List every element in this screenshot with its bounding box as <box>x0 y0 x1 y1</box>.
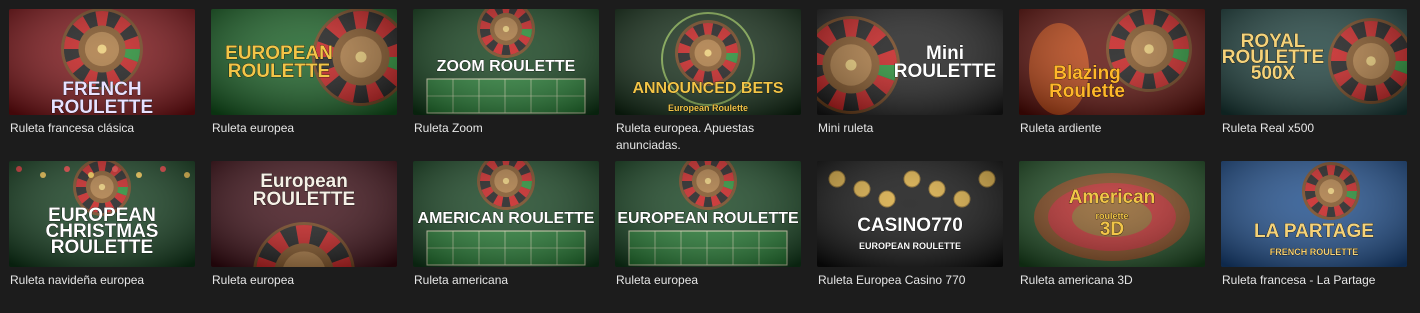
game-title[interactable]: Ruleta francesa clásica <box>9 120 195 137</box>
game-title[interactable]: Ruleta navideña europea <box>9 272 195 289</box>
game-logo-text: American <box>1069 187 1156 208</box>
game-thumbnail[interactable]: EUROPEAN ROULETTE <box>211 9 397 115</box>
game-title[interactable]: Ruleta americana <box>413 272 599 289</box>
game-title[interactable]: Ruleta europea <box>615 272 801 289</box>
game-tile[interactable]: Mini ROULETTE Mini ruleta <box>817 9 1003 161</box>
game-thumbnail[interactable]: ANNOUNCED BETS European Roulette <box>615 9 801 115</box>
game-tile[interactable]: LA PARTAGE FRENCH ROULETTE Ruleta francesa… <box>1221 161 1407 313</box>
game-tile[interactable]: American roulette 3D Ruleta americana 3D <box>1019 161 1205 313</box>
game-thumbnail-art: LA PARTAGE FRENCH ROULETTE <box>1221 161 1407 267</box>
game-logo-text: AMERICAN ROULETTE <box>418 210 595 227</box>
game-logo-text: FRENCH ROULETTE <box>1270 247 1359 257</box>
game-thumbnail-art: AMERICAN ROULETTE <box>413 161 599 267</box>
game-thumbnail[interactable]: American roulette 3D <box>1019 161 1205 267</box>
game-tile[interactable]: EUROPEAN ROULETTE Ruleta europea <box>615 161 801 313</box>
game-thumbnail[interactable]: Blazing Roulette <box>1019 9 1205 115</box>
game-tile[interactable]: EUROPEAN ROULETTE Ruleta europea <box>211 9 397 161</box>
game-title[interactable]: Mini ruleta <box>817 120 1003 137</box>
game-thumbnail[interactable]: European ROULETTE <box>211 161 397 267</box>
game-logo-text: CASINO770 <box>857 215 963 236</box>
game-title[interactable]: Ruleta americana 3D <box>1019 272 1205 289</box>
game-thumbnail-art: FRENCHROULETTE <box>9 9 195 115</box>
game-thumbnail-art: BlazingRoulette <box>1019 9 1205 115</box>
game-tile[interactable]: ZOOM ROULETTE Ruleta Zoom <box>413 9 599 161</box>
game-thumbnail-art: ANNOUNCED BETS European Roulette <box>615 9 801 115</box>
game-thumbnail-art: MiniROULETTE <box>817 9 1003 115</box>
game-thumbnail[interactable]: CASINO770 EUROPEAN ROULETTE <box>817 161 1003 267</box>
game-tile[interactable]: FRENCH ROULETTE Ruleta francesa clásica <box>9 9 195 161</box>
game-thumbnail-art: EUROPEANCHRISTMASROULETTE <box>9 161 195 267</box>
game-thumbnail-art: CASINO770 EUROPEAN ROULETTE <box>817 161 1003 267</box>
game-thumbnail-art: Americanroulette3D <box>1019 161 1205 267</box>
game-logo-text: ANNOUNCED BETS <box>632 80 783 97</box>
game-tile[interactable]: European ROULETTE Ruleta europea <box>211 161 397 313</box>
game-grid: FRENCH ROULETTE Ruleta francesa clásica EUR… <box>0 0 1420 313</box>
game-title[interactable]: Ruleta europea <box>211 272 397 289</box>
game-logo-text: 3D <box>1100 219 1124 240</box>
game-thumbnail[interactable]: FRENCH ROULETTE <box>9 9 195 115</box>
game-tile[interactable]: CASINO770 EUROPEAN ROULETTE Ruleta Europea… <box>817 161 1003 313</box>
game-thumbnail[interactable]: AMERICAN ROULETTE <box>413 161 599 267</box>
game-thumbnail[interactable]: EUROPEAN ROULETTE <box>615 161 801 267</box>
game-logo-text: Roulette <box>1049 81 1125 102</box>
game-thumbnail-art: EUROPEAN ROULETTE <box>615 161 801 267</box>
game-thumbnail-art: EuropeanROULETTE <box>211 161 397 267</box>
game-title[interactable]: Ruleta europea. Apuestas anunciadas. <box>615 120 801 154</box>
game-logo-text: ROULETTE <box>51 237 153 258</box>
game-thumbnail[interactable]: ZOOM ROULETTE <box>413 9 599 115</box>
game-logo-text: European Roulette <box>668 103 748 113</box>
game-logo-text: EUROPEAN ROULETTE <box>617 210 799 227</box>
game-tile[interactable]: ROYAL ROULETTE 500X Ruleta Real x500 <box>1221 9 1407 161</box>
game-logo-text: ROULETTE <box>228 61 330 82</box>
game-title[interactable]: Ruleta ardiente <box>1019 120 1205 137</box>
game-thumbnail[interactable]: ROYAL ROULETTE 500X <box>1221 9 1407 115</box>
game-tile[interactable]: Blazing Roulette Ruleta ardiente <box>1019 9 1205 161</box>
game-logo-text: 500X <box>1251 63 1296 84</box>
game-tile[interactable]: ANNOUNCED BETS European Roulette Ruleta eu… <box>615 9 801 161</box>
game-title[interactable]: Ruleta francesa - La Partage <box>1221 272 1407 289</box>
game-logo-text: LA PARTAGE <box>1254 221 1374 242</box>
game-title[interactable]: Ruleta Real x500 <box>1221 120 1407 137</box>
game-thumbnail-art: ROYALROULETTE500X <box>1221 9 1407 115</box>
game-logo-text: ROULETTE <box>253 189 355 210</box>
game-logo-text: ZOOM ROULETTE <box>437 58 576 75</box>
game-title[interactable]: Ruleta Zoom <box>413 120 599 137</box>
game-title[interactable]: Ruleta Europea Casino 770 <box>817 272 1003 289</box>
game-thumbnail-art: ZOOM ROULETTE <box>413 9 599 115</box>
game-tile[interactable]: EUROPEAN CHRISTMAS ROULETTE Ruleta navideña… <box>9 161 195 313</box>
game-thumbnail[interactable]: LA PARTAGE FRENCH ROULETTE <box>1221 161 1407 267</box>
game-thumbnail-art: EUROPEANROULETTE <box>211 9 397 115</box>
game-tile[interactable]: AMERICAN ROULETTE Ruleta americana <box>413 161 599 313</box>
game-thumbnail[interactable]: Mini ROULETTE <box>817 9 1003 115</box>
game-logo-text: ROULETTE <box>51 97 153 115</box>
game-thumbnail[interactable]: EUROPEAN CHRISTMAS ROULETTE <box>9 161 195 267</box>
game-logo-text: EUROPEAN ROULETTE <box>859 241 961 251</box>
game-logo-text: ROULETTE <box>894 61 996 82</box>
game-title[interactable]: Ruleta europea <box>211 120 397 137</box>
